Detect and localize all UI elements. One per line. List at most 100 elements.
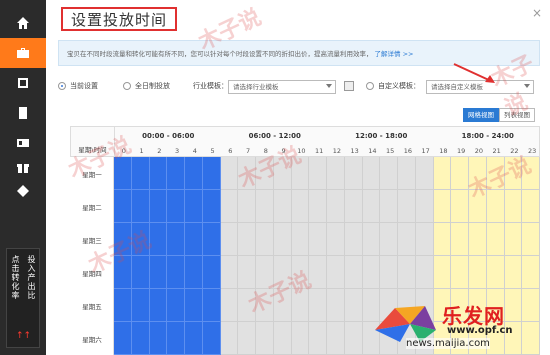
time-cell[interactable] <box>291 223 310 256</box>
sidebar-item-diamond[interactable] <box>0 176 46 206</box>
time-cell[interactable] <box>309 223 327 256</box>
time-cell[interactable] <box>202 289 221 322</box>
time-cell[interactable] <box>309 157 327 190</box>
time-cell[interactable] <box>362 223 381 256</box>
time-cell[interactable] <box>380 190 398 223</box>
time-cell[interactable] <box>202 256 221 289</box>
time-cell[interactable] <box>309 322 327 355</box>
time-cell[interactable] <box>185 190 203 223</box>
time-cell[interactable] <box>362 256 381 289</box>
time-cell[interactable] <box>273 223 292 256</box>
time-cell[interactable] <box>398 190 416 223</box>
industry-template-select[interactable]: 请选择行业模板 <box>228 80 336 94</box>
time-cell[interactable] <box>415 190 434 223</box>
time-cell[interactable] <box>256 190 274 223</box>
time-cell[interactable] <box>149 256 168 289</box>
time-cell[interactable] <box>522 190 540 223</box>
time-cell[interactable] <box>185 322 203 355</box>
time-cell[interactable] <box>380 223 398 256</box>
radio-custom-template[interactable] <box>366 82 374 90</box>
time-cell[interactable] <box>256 322 274 355</box>
time-cell[interactable] <box>344 223 363 256</box>
time-cell[interactable] <box>131 322 150 355</box>
time-cell[interactable] <box>202 190 221 223</box>
time-cell[interactable] <box>327 289 345 322</box>
time-cell[interactable] <box>167 223 185 256</box>
time-cell[interactable] <box>149 289 168 322</box>
time-cell[interactable] <box>273 322 292 355</box>
sidebar-item-home[interactable] <box>0 8 46 38</box>
time-cell[interactable] <box>469 223 487 256</box>
close-icon[interactable]: × <box>532 6 542 20</box>
time-cell[interactable] <box>220 256 239 289</box>
time-cell[interactable] <box>469 256 487 289</box>
time-cell[interactable] <box>185 157 203 190</box>
time-cell[interactable] <box>220 322 239 355</box>
time-cell[interactable] <box>220 223 239 256</box>
time-cell[interactable] <box>327 223 345 256</box>
time-cell[interactable] <box>451 223 469 256</box>
time-cell[interactable] <box>131 289 150 322</box>
time-cell[interactable] <box>167 157 185 190</box>
time-cell[interactable] <box>504 190 523 223</box>
template-edit-icon[interactable] <box>344 81 354 91</box>
time-cell[interactable] <box>238 322 256 355</box>
time-cell[interactable] <box>220 190 239 223</box>
time-cell[interactable] <box>451 256 469 289</box>
time-cell[interactable] <box>327 157 345 190</box>
time-cell[interactable] <box>202 223 221 256</box>
radio-current-setting[interactable] <box>58 82 66 90</box>
time-cell[interactable] <box>433 157 452 190</box>
radio-full-day[interactable] <box>123 82 131 90</box>
sidebar-item-square[interactable] <box>0 68 46 98</box>
time-cell[interactable] <box>327 322 345 355</box>
time-cell[interactable] <box>327 256 345 289</box>
time-cell[interactable] <box>504 223 523 256</box>
time-cell[interactable] <box>327 190 345 223</box>
sidebar-item-report[interactable] <box>0 98 46 128</box>
time-cell[interactable] <box>149 190 168 223</box>
time-cell[interactable] <box>344 157 363 190</box>
time-cell[interactable] <box>114 190 132 223</box>
time-cell[interactable] <box>185 289 203 322</box>
time-cell[interactable] <box>238 223 256 256</box>
time-cell[interactable] <box>149 322 168 355</box>
time-cell[interactable] <box>398 223 416 256</box>
time-cell[interactable] <box>415 157 434 190</box>
time-cell[interactable] <box>167 289 185 322</box>
time-cell[interactable] <box>486 256 505 289</box>
time-cell[interactable] <box>309 190 327 223</box>
time-cell[interactable] <box>344 289 363 322</box>
time-cell[interactable] <box>149 157 168 190</box>
time-cell[interactable] <box>220 289 239 322</box>
time-cell[interactable] <box>362 157 381 190</box>
time-cell[interactable] <box>398 157 416 190</box>
time-cell[interactable] <box>415 256 434 289</box>
time-cell[interactable] <box>522 223 540 256</box>
time-cell[interactable] <box>131 157 150 190</box>
time-cell[interactable] <box>433 223 452 256</box>
time-cell[interactable] <box>114 322 132 355</box>
time-cell[interactable] <box>433 190 452 223</box>
learn-more-link[interactable]: 了解详情 >> <box>375 48 414 58</box>
time-cell[interactable] <box>131 190 150 223</box>
time-cell[interactable] <box>256 223 274 256</box>
time-cell[interactable] <box>344 190 363 223</box>
time-cell[interactable] <box>486 223 505 256</box>
time-cell[interactable] <box>451 190 469 223</box>
time-cell[interactable] <box>291 322 310 355</box>
time-cell[interactable] <box>309 289 327 322</box>
time-cell[interactable] <box>504 256 523 289</box>
time-cell[interactable] <box>380 256 398 289</box>
time-cell[interactable] <box>167 322 185 355</box>
grid-view-button[interactable]: 网格视图 <box>463 108 499 122</box>
time-cell[interactable] <box>167 190 185 223</box>
time-cell[interactable] <box>185 256 203 289</box>
time-cell[interactable] <box>380 157 398 190</box>
sidebar-item-promotion[interactable] <box>0 38 46 68</box>
time-cell[interactable] <box>522 256 540 289</box>
time-cell[interactable] <box>291 190 310 223</box>
time-cell[interactable] <box>114 289 132 322</box>
time-cell[interactable] <box>344 322 363 355</box>
time-cell[interactable] <box>273 190 292 223</box>
